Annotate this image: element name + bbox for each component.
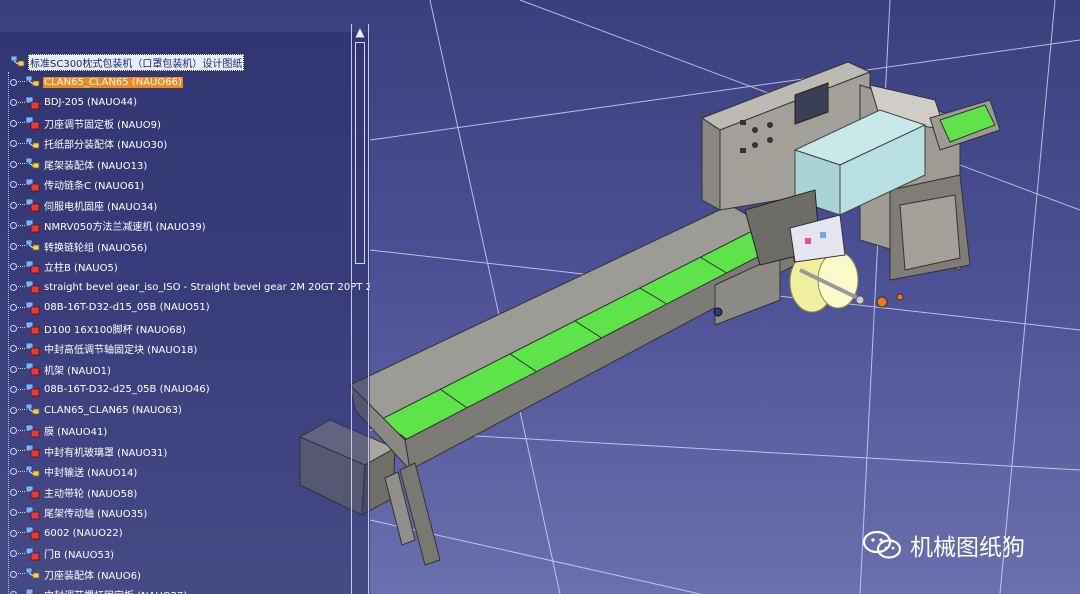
- expand-toggle-icon[interactable]: [10, 365, 17, 373]
- expand-toggle-icon[interactable]: [10, 140, 17, 147]
- part-icon: [25, 485, 41, 499]
- assembly-icon: [25, 403, 41, 417]
- assembly-icon: [25, 465, 41, 479]
- tree-node-label[interactable]: 尾架传动轴 (NAUO35): [43, 505, 148, 520]
- tree-node-label[interactable]: 08B-16T-D32-d25_05B (NAUO46): [43, 384, 211, 395]
- part-icon: [25, 198, 41, 212]
- product-icon: [10, 55, 26, 69]
- part-icon: [25, 444, 41, 458]
- expand-toggle-icon[interactable]: [10, 160, 17, 168]
- expand-toggle-icon[interactable]: [10, 529, 17, 537]
- assembly-icon: [25, 567, 41, 581]
- part-icon: [25, 383, 41, 397]
- part-icon: [25, 588, 41, 594]
- expand-toggle-icon[interactable]: [10, 427, 17, 434]
- tree-node-label[interactable]: 主动带轮 (NAUO58): [43, 485, 138, 500]
- part-icon: [25, 506, 41, 520]
- watermark-text: 机械图纸狗: [910, 535, 1025, 561]
- tree-node-label[interactable]: 膜 (NAUO41): [43, 423, 108, 438]
- tree-node-label[interactable]: 中封调节螺杆固定板 (NAUO27): [43, 587, 188, 594]
- part-icon: [25, 301, 41, 315]
- tree-node-label[interactable]: 尾架装配体 (NAUO13): [43, 157, 148, 172]
- expand-toggle-icon[interactable]: [10, 550, 17, 557]
- scroll-thumb[interactable]: [355, 42, 365, 264]
- part-icon: [25, 547, 41, 561]
- part-icon: [25, 526, 41, 540]
- expand-toggle-icon[interactable]: [10, 263, 17, 270]
- part-icon: [25, 424, 41, 438]
- scroll-up-arrow-icon[interactable]: ▲: [352, 24, 368, 40]
- part-icon: [25, 362, 41, 376]
- tree-root-label[interactable]: 标准SC300枕式包装机（口罩包装机）设计图纸: [28, 53, 245, 71]
- tree-node-label[interactable]: 中封输送 (NAUO14): [43, 464, 138, 479]
- 3d-viewport[interactable]: 标准SC300枕式包装机（口罩包装机）设计图纸 CLAN65_CLAN65 (NA…: [0, 0, 1080, 594]
- expand-toggle-icon[interactable]: [10, 324, 17, 332]
- tree-connector: [8, 72, 10, 594]
- expand-toggle-icon[interactable]: [10, 488, 17, 496]
- tree-node-label[interactable]: 传动链条C (NAUO61): [43, 177, 145, 192]
- expand-toggle-icon[interactable]: [10, 222, 17, 229]
- infeed-conveyor: [929, 99, 1001, 151]
- part-icon: [25, 321, 41, 335]
- part-icon: [25, 260, 41, 274]
- tree-node-label[interactable]: CLAN65_CLAN65 (NAUO63): [43, 405, 183, 416]
- tree-node-label[interactable]: NMRV050方法兰减速机 (NAUO39): [43, 218, 207, 233]
- main-conveyor: [349, 204, 796, 566]
- tree-node-label[interactable]: 刀座调节固定板 (NAUO9): [43, 116, 162, 131]
- part-icon: [25, 342, 41, 356]
- expand-toggle-icon[interactable]: [10, 119, 17, 127]
- part-icon: [25, 280, 41, 294]
- part-icon: [25, 178, 41, 192]
- wechat-icon: [862, 530, 902, 559]
- tree-node-label[interactable]: D100 16X100脚杯 (NAUO68): [43, 321, 187, 336]
- tree-node-label[interactable]: 伺服电机固座 (NAUO34): [43, 198, 158, 213]
- tree-scrollbar[interactable]: ▲: [351, 24, 369, 594]
- assembly-icon: [25, 239, 41, 253]
- watermark: 机械图纸狗: [862, 528, 1025, 562]
- tree-node-label[interactable]: CLAN65_CLAN65 (NAUO66): [43, 76, 183, 88]
- tree-node-label[interactable]: 中封有机玻璃罩 (NAUO31): [43, 444, 168, 459]
- expand-toggle-icon[interactable]: [10, 201, 17, 209]
- assembly-icon: [25, 75, 41, 89]
- tree-node-label[interactable]: 转换链轮组 (NAUO56): [43, 239, 148, 254]
- specification-tree: 标准SC300枕式包装机（口罩包装机）设计图纸 CLAN65_CLAN65 (NA…: [0, 32, 370, 594]
- expand-toggle-icon[interactable]: [10, 509, 17, 516]
- expand-toggle-icon[interactable]: [10, 242, 17, 250]
- tree-node-label[interactable]: 机架 (NAUO1): [43, 362, 112, 377]
- tree-node-label[interactable]: 6002 (NAUO22): [43, 528, 124, 539]
- tree-node-label[interactable]: BDJ-205 (NAUO44): [43, 97, 138, 108]
- expand-toggle-icon[interactable]: [10, 447, 17, 455]
- expand-toggle-icon[interactable]: [10, 406, 17, 414]
- tree-node-label[interactable]: 08B-16T-D32-d15_05B (NAUO51): [43, 302, 211, 313]
- part-icon: [25, 96, 41, 110]
- expand-toggle-icon[interactable]: [10, 468, 17, 475]
- tree-node-label[interactable]: 中封高低调节轴固定块 (NAUO18): [43, 341, 198, 356]
- part-icon: [25, 116, 41, 130]
- assembly-icon: [25, 137, 41, 151]
- tree-node-label[interactable]: 门B (NAUO53): [43, 546, 115, 561]
- tree-node-label[interactable]: 刀座装配体 (NAUO6): [43, 567, 142, 582]
- tree-node-label[interactable]: 立柱B (NAUO5): [43, 259, 119, 274]
- part-icon: [25, 219, 41, 233]
- tree-node-label[interactable]: straight bevel gear_iso_ISO - Straight b…: [43, 282, 370, 293]
- expand-toggle-icon[interactable]: [10, 570, 17, 578]
- assembly-icon: [25, 157, 41, 171]
- expand-toggle-icon[interactable]: [10, 78, 17, 86]
- expand-toggle-icon[interactable]: [10, 99, 17, 106]
- expand-toggle-icon[interactable]: [10, 304, 17, 311]
- expand-toggle-icon[interactable]: [10, 345, 17, 352]
- expand-toggle-icon[interactable]: [10, 386, 17, 393]
- tree-node-label[interactable]: 托纸部分装配体 (NAUO30): [43, 136, 168, 151]
- expand-toggle-icon[interactable]: [10, 283, 17, 291]
- expand-toggle-icon[interactable]: [10, 181, 17, 188]
